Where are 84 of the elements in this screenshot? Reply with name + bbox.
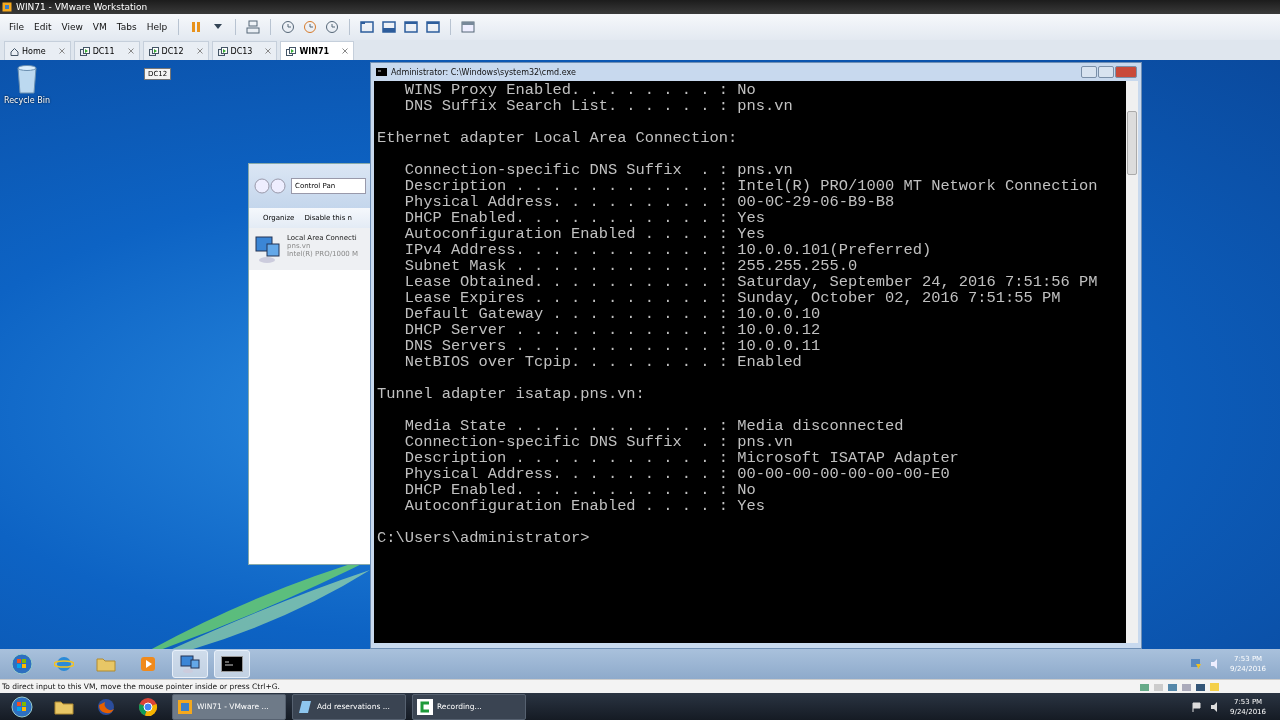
home-icon: [10, 46, 19, 56]
view-icon[interactable]: [360, 21, 375, 33]
vm-icon: [79, 46, 90, 56]
view-icon[interactable]: [426, 21, 441, 33]
folder-icon: [96, 656, 116, 672]
vm-tab[interactable]: Home: [4, 41, 71, 60]
squares-icon: [177, 698, 193, 715]
console-line: Description . . . . . . . . . . . : Intel(R) PRO/1000 MT Network Connection: [403, 178, 1099, 194]
device-icon[interactable]: [1195, 681, 1206, 692]
console-line: Subnet Mask . . . . . . . . . . . : 255.255.255.0: [403, 258, 859, 274]
taskbar-button[interactable]: [214, 650, 250, 678]
minimize-button[interactable]: [1081, 66, 1097, 78]
desktop-icon-label[interactable]: Recycle Bin: [3, 96, 51, 105]
clock-icon[interactable]: [303, 20, 318, 34]
console-title: Administrator: C:\Windows\system32\cmd.exe: [391, 67, 576, 77]
back-forward-icon[interactable]: [254, 178, 288, 194]
app-icon: [2, 2, 12, 12]
console-line: DHCP Server . . . . . . . . . . . : 10.0.0.12: [403, 322, 822, 338]
close-icon[interactable]: [265, 48, 272, 54]
keyboard-icon[interactable]: [246, 20, 261, 34]
close-icon[interactable]: [127, 48, 134, 54]
window-title: WIN71 - VMware Workstation: [16, 2, 148, 12]
console-line: DNS Servers . . . . . . . . . . . : 10.0.0.11: [403, 338, 822, 354]
console-line: Lease Expires . . . . . . . . . . : Sunday, October 02, 2016 7:51:55 PM: [403, 290, 1062, 306]
pause-icon[interactable]: [190, 21, 203, 33]
network-computer-icon: [253, 234, 283, 264]
globe-e-icon: [54, 654, 74, 674]
console-line: Description . . . . . . . . . . . : Microsoft ISATAP Adapter: [403, 450, 960, 466]
menu-item[interactable]: Edit: [31, 20, 55, 34]
vm-tab[interactable]: DC11: [73, 41, 140, 60]
console-line: Ethernet adapter Local Area Connection:: [377, 130, 739, 146]
console-line: Default Gateway . . . . . . . . . : 10.0.0.10: [403, 306, 822, 322]
play-icon: [140, 656, 156, 672]
console-line: Autoconfiguration Enabled . . . . : Yes: [403, 498, 766, 514]
view-icon[interactable]: [382, 21, 397, 33]
recycle-bin-icon[interactable]: [15, 64, 39, 94]
console-line: DHCP Enabled. . . . . . . . . . . : No: [403, 482, 757, 498]
start-orb-icon: [11, 695, 33, 718]
letter-c-icon: [417, 698, 433, 715]
vm-icon: [286, 46, 297, 56]
console-line: Connection-specific DNS Suffix . : pns.vn: [403, 434, 794, 450]
caret-icon[interactable]: [214, 24, 223, 30]
scrollbar[interactable]: [1126, 81, 1138, 643]
console-line: C:\Users\administrator>: [377, 530, 591, 546]
menu-item[interactable]: View: [58, 20, 86, 34]
clock-icon[interactable]: [281, 20, 296, 34]
vm-tab[interactable]: DC12: [142, 41, 209, 60]
close-icon[interactable]: [196, 48, 203, 54]
console-line: Media State . . . . . . . . . . . : Media disconnected: [403, 418, 905, 434]
console-line: IPv4 Address. . . . . . . . . . . : 10.0.0.101(Preferred): [403, 242, 933, 258]
network-computer-icon: [179, 654, 201, 674]
menu-item[interactable]: Help: [143, 20, 171, 34]
console-icon: [221, 656, 243, 672]
console-icon: [376, 68, 387, 76]
tricolor-circle-icon: [138, 696, 158, 717]
console-line: Connection-specific DNS Suffix . : pns.vn: [403, 162, 794, 178]
menu-item[interactable]: Tabs: [113, 20, 140, 34]
console-line: DNS Suffix Search List. . . . . . : pns.vn: [403, 98, 794, 114]
console-line: Physical Address. . . . . . . . . : 00-0C-29-06-B9-B8: [403, 194, 896, 210]
flag-icon[interactable]: [1192, 701, 1203, 712]
close-icon[interactable]: [342, 48, 349, 54]
console-line: Lease Obtained. . . . . . . . . . : Saturday, September 24, 2016 7:51:56 PM: [403, 274, 1099, 290]
maximize-button[interactable]: [1098, 66, 1114, 78]
fox-globe-icon: [96, 696, 116, 717]
close-icon[interactable]: [58, 48, 65, 54]
menu-item[interactable]: VM: [89, 20, 110, 34]
view-icon[interactable]: [404, 21, 419, 33]
vm-tab[interactable]: DC13: [211, 41, 278, 60]
console-line: Autoconfiguration Enabled . . . . : Yes: [403, 226, 766, 242]
console-line: Tunnel adapter isatap.pns.vn:: [377, 386, 646, 402]
clock-icon[interactable]: [325, 20, 340, 34]
start-orb-icon: [11, 653, 33, 675]
folder-icon: [54, 698, 74, 715]
vm-icon: [217, 46, 228, 56]
network-warning-icon[interactable]: [1190, 658, 1203, 670]
console-line: NetBIOS over Tcpip. . . . . . . . : Enabled: [403, 354, 803, 370]
console-line: Physical Address. . . . . . . . . : 00-00-00-00-00-00-00-E0: [403, 466, 951, 482]
menu-item[interactable]: File: [6, 20, 28, 34]
vm-icon: [148, 46, 159, 56]
console-line: WINS Proxy Enabled. . . . . . . . : No: [403, 82, 757, 98]
console-line: DHCP Enabled. . . . . . . . . . . : Yes: [403, 210, 766, 226]
window-icon[interactable]: [461, 21, 476, 33]
device-icon[interactable]: [1167, 681, 1178, 692]
vm-tab[interactable]: WIN71: [280, 41, 355, 60]
